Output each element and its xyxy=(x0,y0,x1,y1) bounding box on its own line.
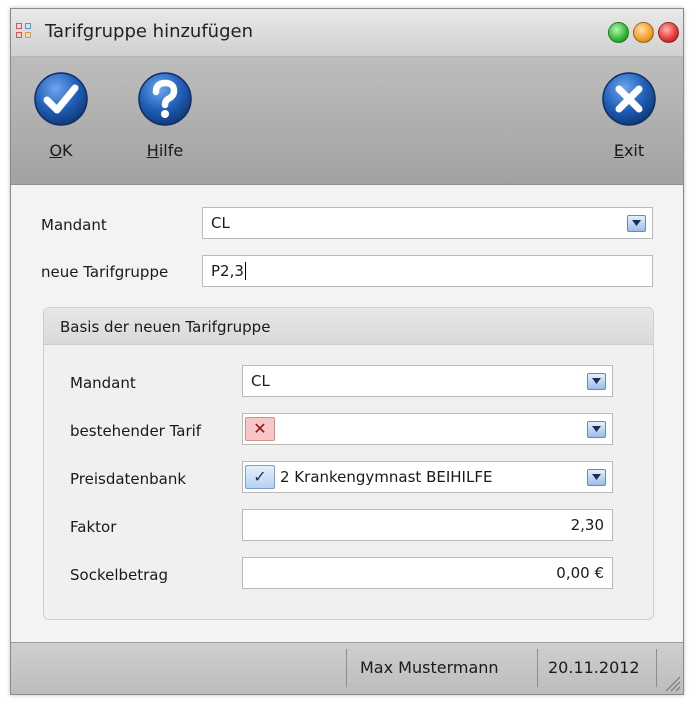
mandant-value: CL xyxy=(211,214,230,232)
chevron-down-icon[interactable] xyxy=(587,373,606,390)
minimize-button[interactable] xyxy=(633,22,654,43)
toolbar: OK Hilfe Exit xyxy=(11,57,683,185)
title-bar[interactable]: Tarifgruppe hinzufügen xyxy=(11,9,683,57)
window-title: Tarifgruppe hinzufügen xyxy=(45,21,253,42)
x-icon: ✕ xyxy=(245,417,275,441)
status-user: Max Mustermann xyxy=(360,658,499,677)
close-button[interactable] xyxy=(658,22,679,43)
text-cursor xyxy=(244,262,246,280)
status-divider xyxy=(656,649,657,687)
tarifgruppe-value: P2,3 xyxy=(211,262,244,280)
sockel-input[interactable]: 0,00 € xyxy=(242,557,613,589)
preis-value: 2 Krankengymnast BEIHILFE xyxy=(280,468,493,486)
preis-select[interactable]: ✓ 2 Krankengymnast BEIHILFE xyxy=(242,461,613,493)
chevron-down-icon[interactable] xyxy=(587,421,606,438)
sockel-label: Sockelbetrag xyxy=(70,566,169,584)
chevron-down-icon[interactable] xyxy=(627,215,646,232)
help-button[interactable]: Hilfe xyxy=(135,71,195,160)
status-date: 20.11.2012 xyxy=(548,658,640,677)
check-icon: ✓ xyxy=(245,465,275,489)
status-divider xyxy=(537,649,538,687)
resize-grip-icon[interactable] xyxy=(661,672,681,692)
help-label: Hilfe xyxy=(146,141,184,160)
chevron-down-icon[interactable] xyxy=(587,469,606,486)
maximize-button[interactable] xyxy=(608,22,629,43)
basis-group: Basis der neuen Tarifgruppe Mandant CL b… xyxy=(43,307,654,620)
form-area: Mandant CL neue Tarifgruppe P2,3 Basis d… xyxy=(11,185,683,643)
help-icon xyxy=(138,72,192,126)
tarifgruppe-input[interactable]: P2,3 xyxy=(202,255,653,287)
ok-button[interactable]: OK xyxy=(31,71,91,160)
faktor-input[interactable]: 2,30 xyxy=(242,509,613,541)
group-mandant-label: Mandant xyxy=(70,374,136,392)
exit-button[interactable]: Exit xyxy=(599,71,659,160)
preis-label: Preisdatenbank xyxy=(70,470,187,488)
window-controls xyxy=(608,22,679,43)
dialog-window: Tarifgruppe hinzufügen OK Hilfe Exit Man… xyxy=(10,8,684,695)
ok-label: OK xyxy=(49,141,73,160)
faktor-label: Faktor xyxy=(70,518,117,536)
checkmark-icon xyxy=(34,72,88,126)
mandant-label: Mandant xyxy=(41,216,107,234)
tarifgruppe-label: neue Tarifgruppe xyxy=(41,263,169,281)
group-header: Basis der neuen Tarifgruppe xyxy=(44,308,653,345)
tarif-select[interactable]: ✕ xyxy=(242,413,613,445)
group-mandant-value: CL xyxy=(251,372,270,390)
status-divider xyxy=(346,649,347,687)
group-mandant-select[interactable]: CL xyxy=(242,365,613,397)
group-title: Basis der neuen Tarifgruppe xyxy=(60,318,271,336)
tarif-label: bestehender Tarif xyxy=(70,422,202,440)
faktor-value: 2,30 xyxy=(570,516,604,534)
sockel-value: 0,00 € xyxy=(556,564,604,582)
close-icon xyxy=(602,72,656,126)
exit-label: Exit xyxy=(613,141,645,160)
app-icon xyxy=(16,23,33,40)
status-bar: Max Mustermann 20.11.2012 xyxy=(11,642,683,694)
mandant-select[interactable]: CL xyxy=(202,207,653,239)
